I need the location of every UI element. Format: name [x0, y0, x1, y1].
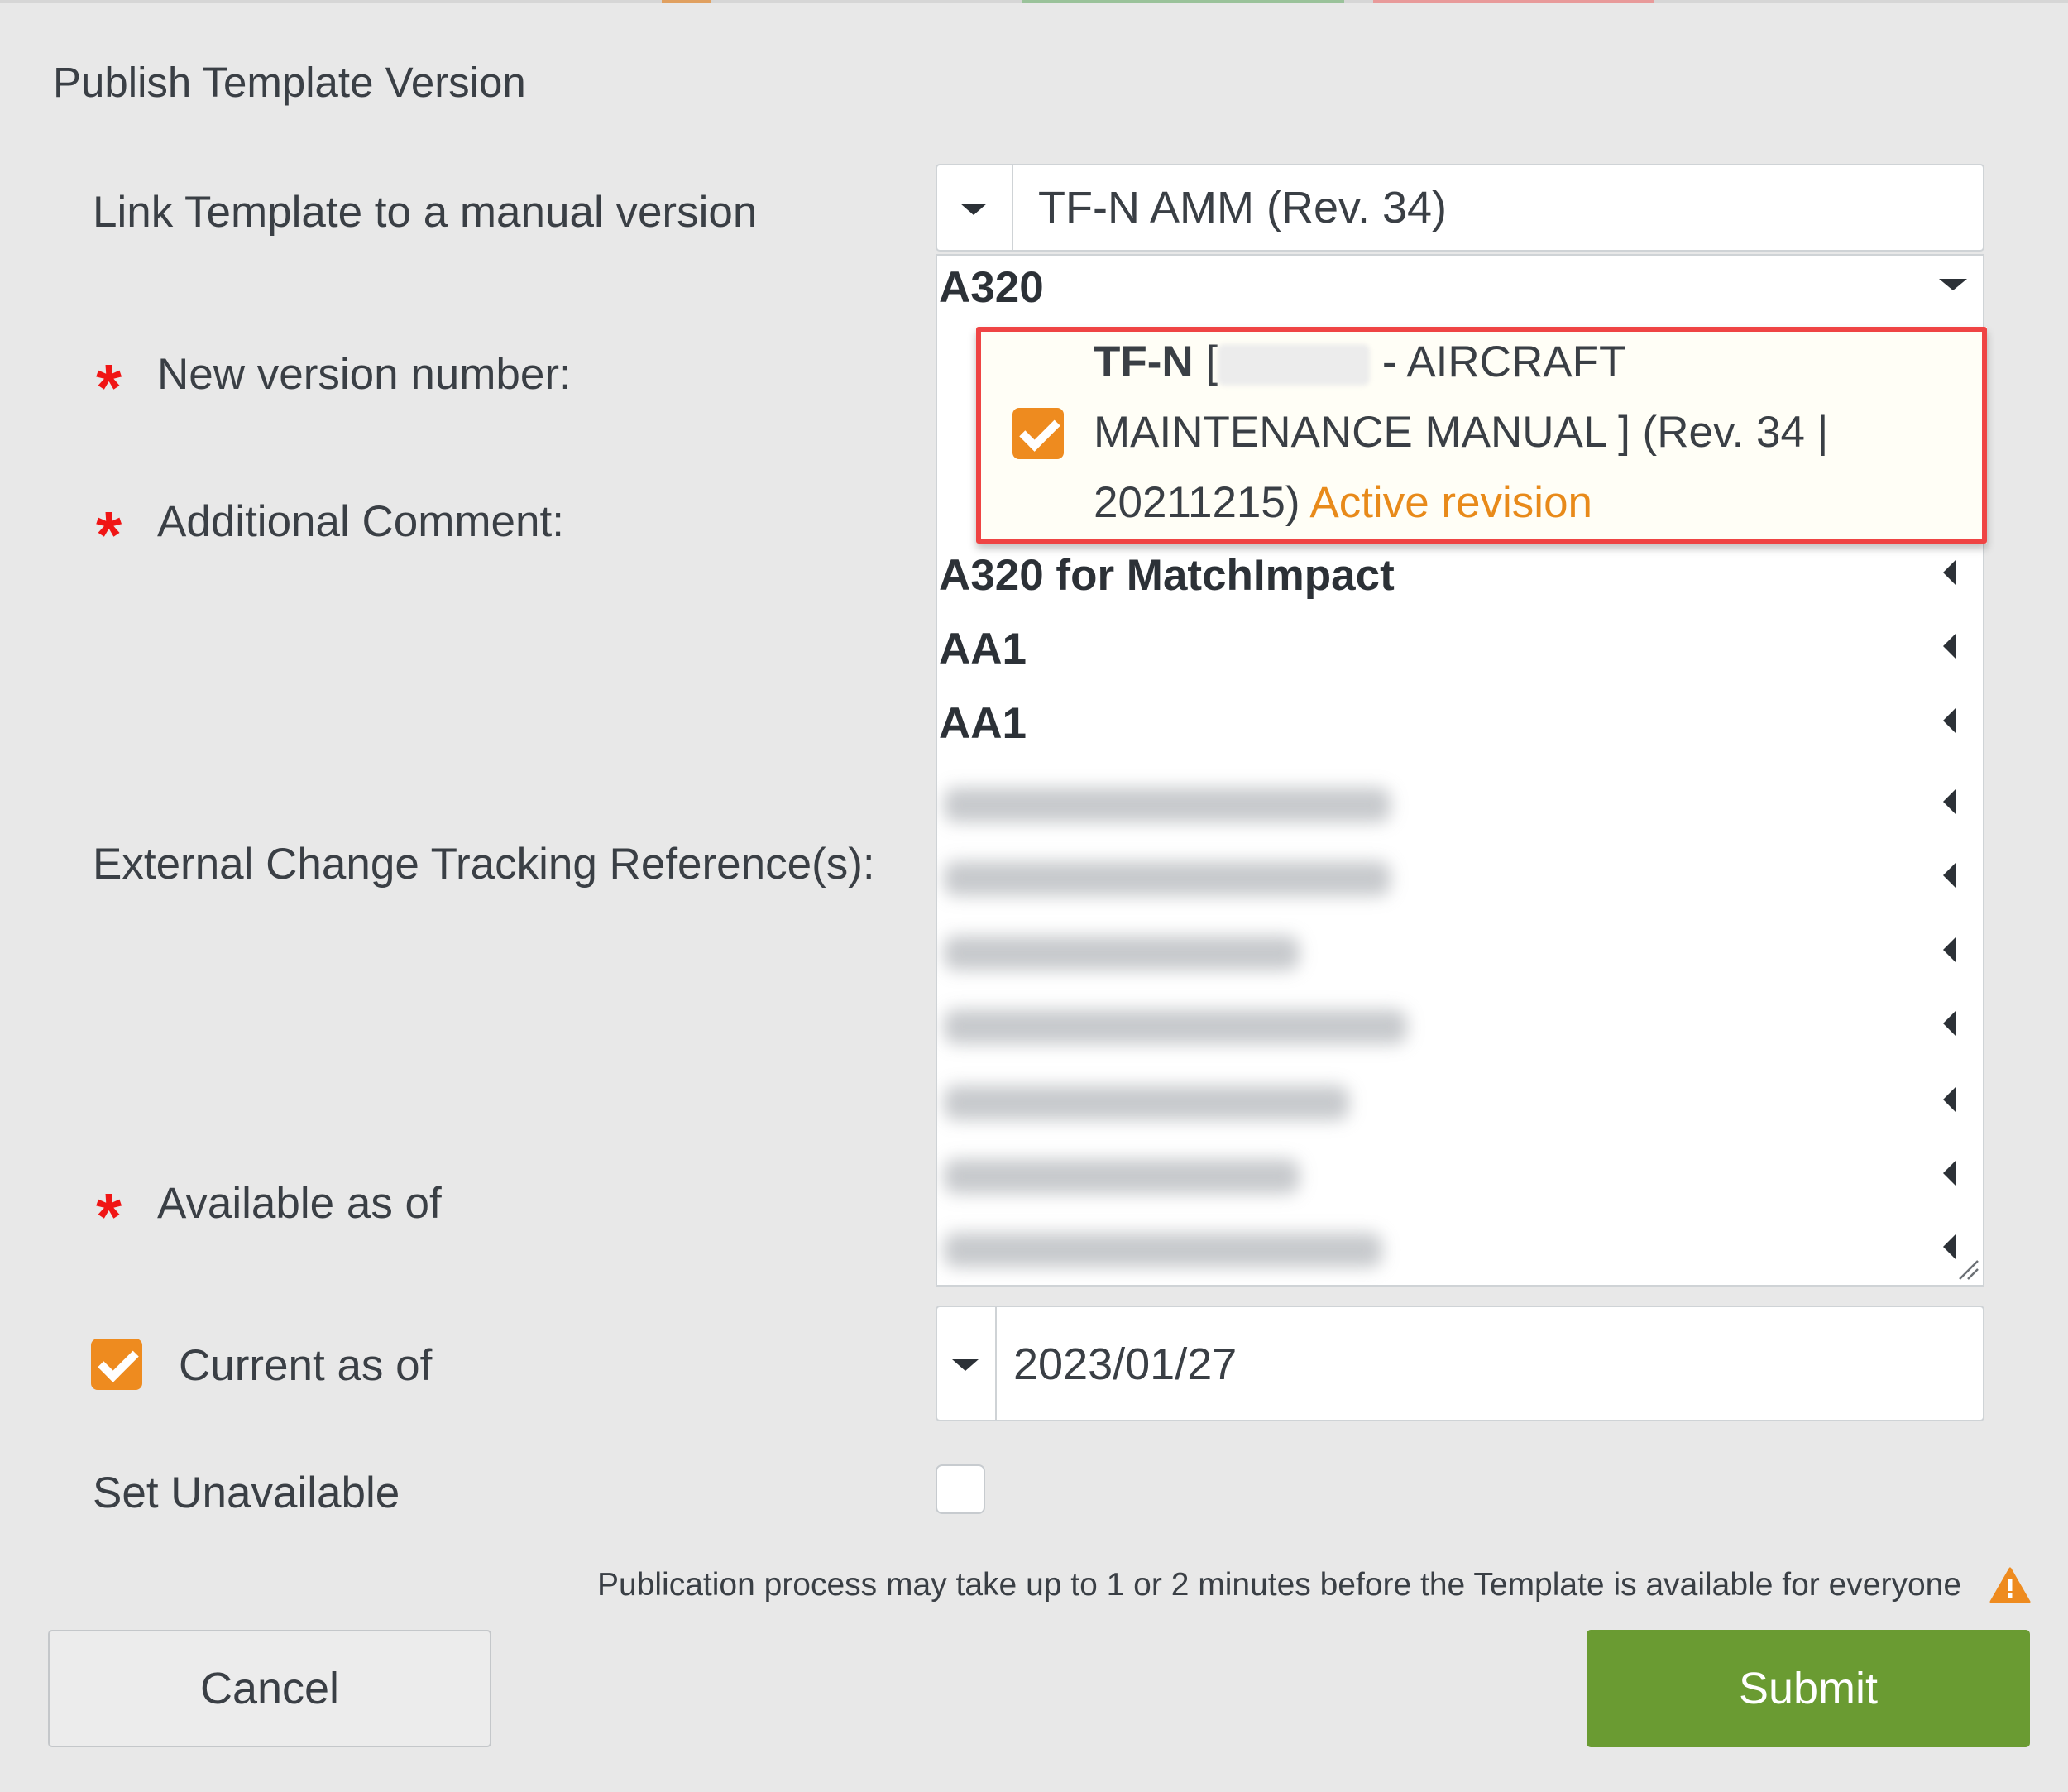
chevron-down-icon	[960, 204, 987, 215]
chevron-down-icon	[1939, 279, 1967, 290]
current-as-of-date: 2023/01/27	[1013, 1339, 1237, 1389]
chevron-left-icon	[1943, 789, 1956, 814]
tree-group[interactable]: AA1	[939, 698, 1973, 764]
tree-group-a320[interactable]: A320	[939, 256, 1973, 322]
tree-group[interactable]: A320 for MatchImpact	[939, 550, 1973, 616]
manual-version-select[interactable]: TF-N AMM (Rev. 34)	[936, 164, 1984, 252]
tree-group-label: AA1	[939, 625, 1027, 673]
chevron-left-icon	[1943, 634, 1956, 659]
tree-group-redacted[interactable]	[939, 1069, 1973, 1135]
submit-button[interactable]: Submit	[1587, 1630, 2030, 1747]
redacted-text	[944, 1085, 1349, 1120]
tree-group-redacted[interactable]	[939, 845, 1973, 911]
redacted-text	[944, 1009, 1407, 1044]
chevron-left-icon	[1943, 1161, 1956, 1186]
tree-group-label: A320	[939, 263, 1044, 312]
chevron-left-icon	[1943, 1234, 1956, 1259]
checkmark-icon	[98, 1341, 139, 1382]
resize-handle-icon[interactable]	[1958, 1259, 1979, 1281]
publication-notice: Publication process may take up to 1 or …	[597, 1567, 1962, 1603]
required-marker: *	[96, 351, 122, 424]
dropdown-toggle[interactable]	[937, 165, 1013, 250]
manual-version-value: TF-N AMM (Rev. 34)	[1038, 183, 1448, 232]
redacted-text	[944, 788, 1391, 822]
required-marker: *	[96, 1180, 122, 1253]
cancel-button[interactable]: Cancel	[48, 1630, 491, 1747]
redacted-text	[944, 1233, 1382, 1267]
current-as-of-date-select[interactable]: 2023/01/27	[936, 1306, 1984, 1421]
current-as-of-checkbox[interactable]	[91, 1339, 142, 1390]
dialog-title: Publish Template Version	[53, 59, 526, 106]
highlight-box	[976, 327, 1987, 544]
tree-group-redacted[interactable]	[939, 771, 1973, 837]
chevron-left-icon	[1943, 1011, 1956, 1036]
additional-comment-label: Additional Comment:	[157, 497, 564, 546]
tree-group-label: AA1	[939, 699, 1027, 748]
chevron-down-icon	[952, 1359, 979, 1371]
tree-group[interactable]: AA1	[939, 624, 1973, 690]
set-unavailable-checkbox[interactable]	[936, 1464, 985, 1514]
tree-group-redacted[interactable]	[939, 993, 1973, 1059]
chevron-left-icon	[1943, 560, 1956, 585]
external-refs-label: External Change Tracking Reference(s):	[93, 840, 875, 889]
link-template-label: Link Template to a manual version	[93, 188, 758, 237]
redacted-text	[944, 936, 1300, 970]
new-version-label: New version number:	[157, 350, 572, 399]
tree-group-label: A320 for MatchImpact	[939, 551, 1395, 600]
chevron-left-icon	[1943, 863, 1956, 888]
redacted-text	[944, 861, 1391, 896]
tree-group-redacted[interactable]	[939, 1216, 1973, 1282]
chevron-left-icon	[1943, 708, 1956, 733]
available-as-of-label: Available as of	[157, 1179, 442, 1228]
chevron-left-icon	[1943, 937, 1956, 962]
warning-icon	[1989, 1567, 2031, 1603]
tree-group-redacted[interactable]	[939, 1143, 1973, 1209]
set-unavailable-label: Set Unavailable	[93, 1469, 400, 1517]
dropdown-toggle[interactable]	[937, 1307, 997, 1420]
tree-group-redacted[interactable]	[939, 919, 1973, 985]
required-marker: *	[96, 498, 122, 572]
redacted-text	[944, 1159, 1300, 1194]
chevron-left-icon	[1943, 1087, 1956, 1112]
current-as-of-label: Current as of	[179, 1341, 433, 1390]
